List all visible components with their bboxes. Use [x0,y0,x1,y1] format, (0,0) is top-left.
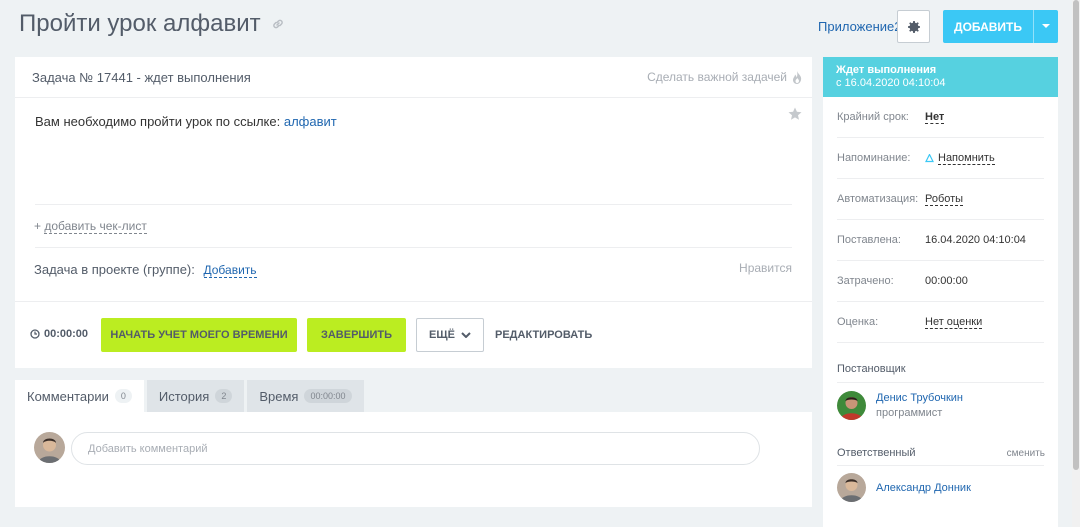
star-icon[interactable] [788,107,802,126]
edit-button[interactable]: РЕДАКТИРОВАТЬ [495,329,592,341]
make-important-label: Сделать важной задачей [647,70,787,84]
scrollbar-thumb[interactable] [1073,0,1079,470]
description-link[interactable]: алфавит [284,114,337,129]
task-card: Задача № 17441 - ждет выполнения Сделать… [15,57,812,368]
tab-comments[interactable]: Комментарии 0 [15,380,144,412]
page-title-text: Пройти урок алфавит [19,10,261,37]
tab-count: 0 [114,389,132,403]
avatar[interactable] [837,473,866,502]
chevron-down-icon [1042,24,1050,28]
change-responsible-link[interactable]: сменить [1007,448,1045,459]
rating-value[interactable]: Нет оценки [925,316,983,329]
add-button[interactable]: ДОБАВИТЬ [943,10,1058,43]
row-key: Напоминание: [837,152,911,164]
tabs: Комментарии 0 История 2 Время 00:00:00 [15,380,364,412]
link-icon[interactable] [271,17,285,31]
tab-count: 2 [215,389,233,403]
task-header: Задача № 17441 - ждет выполнения Сделать… [15,57,812,98]
row-key: Крайний срок: [837,111,909,123]
comment-input[interactable]: Добавить комментарий [71,432,760,465]
page-title: Пройти урок алфавит [19,10,285,38]
tab-count: 00:00:00 [304,389,352,403]
tab-label: Время [259,388,299,404]
project-add-link[interactable]: Добавить [203,263,257,278]
avatar [34,432,65,463]
responsible-name[interactable]: Александр Донник [876,482,971,494]
row-key: Автоматизация: [837,193,919,205]
more-button-label: ЕЩЁ [429,329,455,341]
spent-value: 00:00:00 [925,275,968,287]
avatar[interactable] [837,391,866,420]
status-since: с 16.04.2020 04:10:04 [836,77,946,89]
tab-history[interactable]: История 2 [146,380,245,412]
tab-label: Комментарии [27,388,109,404]
flame-icon [793,70,802,84]
reminder-value: Напомнить [938,151,995,165]
creator-label: Постановщик [837,363,906,375]
task-sidebar: Ждет выполнения с 16.04.2020 04:10:04 Кр… [823,57,1058,527]
apps-link[interactable]: Приложение2 [818,19,901,34]
divider [15,301,812,302]
divider [35,204,792,205]
reminder-link[interactable]: Напомнить [925,152,995,165]
creator: Денис Трубочкин программист [837,391,963,420]
tab-time[interactable]: Время 00:00:00 [247,380,364,412]
task-actions: 00:00:00 НАЧАТЬ УЧЕТ МОЕГО ВРЕМЕНИ ЗАВЕР… [15,318,812,352]
created-value: 16.04.2020 04:10:04 [925,234,1026,246]
row-key: Оценка: [837,316,879,328]
status-title: Ждет выполнения [836,64,937,76]
chevron-down-icon [461,332,471,338]
timer: 00:00:00 [30,328,88,340]
rating-row: Оценка: Нет оценки [837,302,1044,343]
finish-button[interactable]: ЗАВЕРШИТЬ [307,318,406,352]
project-row: Задача в проекте (группе): Добавить [34,262,257,278]
tab-label: История [158,388,210,404]
row-key: Затрачено: [837,275,894,287]
add-button-label: ДОБАВИТЬ [954,19,1022,34]
add-dropdown-toggle[interactable] [1034,24,1058,29]
timer-value: 00:00:00 [44,328,89,340]
automation-value[interactable]: Роботы [925,193,964,206]
deadline-value[interactable]: Нет [925,111,945,124]
settings-button[interactable] [897,10,930,43]
creator-name[interactable]: Денис Трубочкин [876,392,963,404]
responsible-label: Ответственный [837,447,916,459]
more-button[interactable]: ЕЩЁ [416,318,484,352]
add-checklist-label: добавить чек-лист [44,219,147,234]
like-link[interactable]: Нравится [739,261,792,275]
scrollbar[interactable] [1072,0,1080,527]
start-time-tracking-button[interactable]: НАЧАТЬ УЧЕТ МОЕГО ВРЕМЕНИ [101,318,297,352]
created-row: Поставлена: 16.04.2020 04:10:04 [837,220,1044,261]
add-checklist-link[interactable]: + добавить чек-лист [34,219,147,234]
task-description: Вам необходимо пройти урок по ссылке: ал… [35,114,337,129]
automation-row: Автоматизация: Роботы [837,179,1044,220]
bell-icon [925,153,934,162]
creator-role: программист [876,407,943,419]
divider [837,465,1044,466]
spent-row: Затрачено: 00:00:00 [837,261,1044,302]
reminder-row: Напоминание: Напомнить [837,138,1044,179]
status-badge: Ждет выполнения с 16.04.2020 04:10:04 [823,57,1058,97]
project-label: Задача в проекте (группе): [34,262,195,277]
add-checklist-plus: + [34,219,42,233]
divider [35,247,792,248]
row-key: Поставлена: [837,234,901,246]
description-text: Вам необходимо пройти урок по ссылке: [35,114,281,129]
divider [837,382,1044,383]
comments-panel: Добавить комментарий [15,412,812,507]
task-heading: Задача № 17441 - ждет выполнения [32,69,251,85]
deadline-row: Крайний срок: Нет [837,97,1044,138]
gear-icon [907,20,920,33]
make-important-link[interactable]: Сделать важной задачей [647,70,802,84]
responsible: Александр Донник [837,473,971,502]
clock-icon [30,329,40,339]
